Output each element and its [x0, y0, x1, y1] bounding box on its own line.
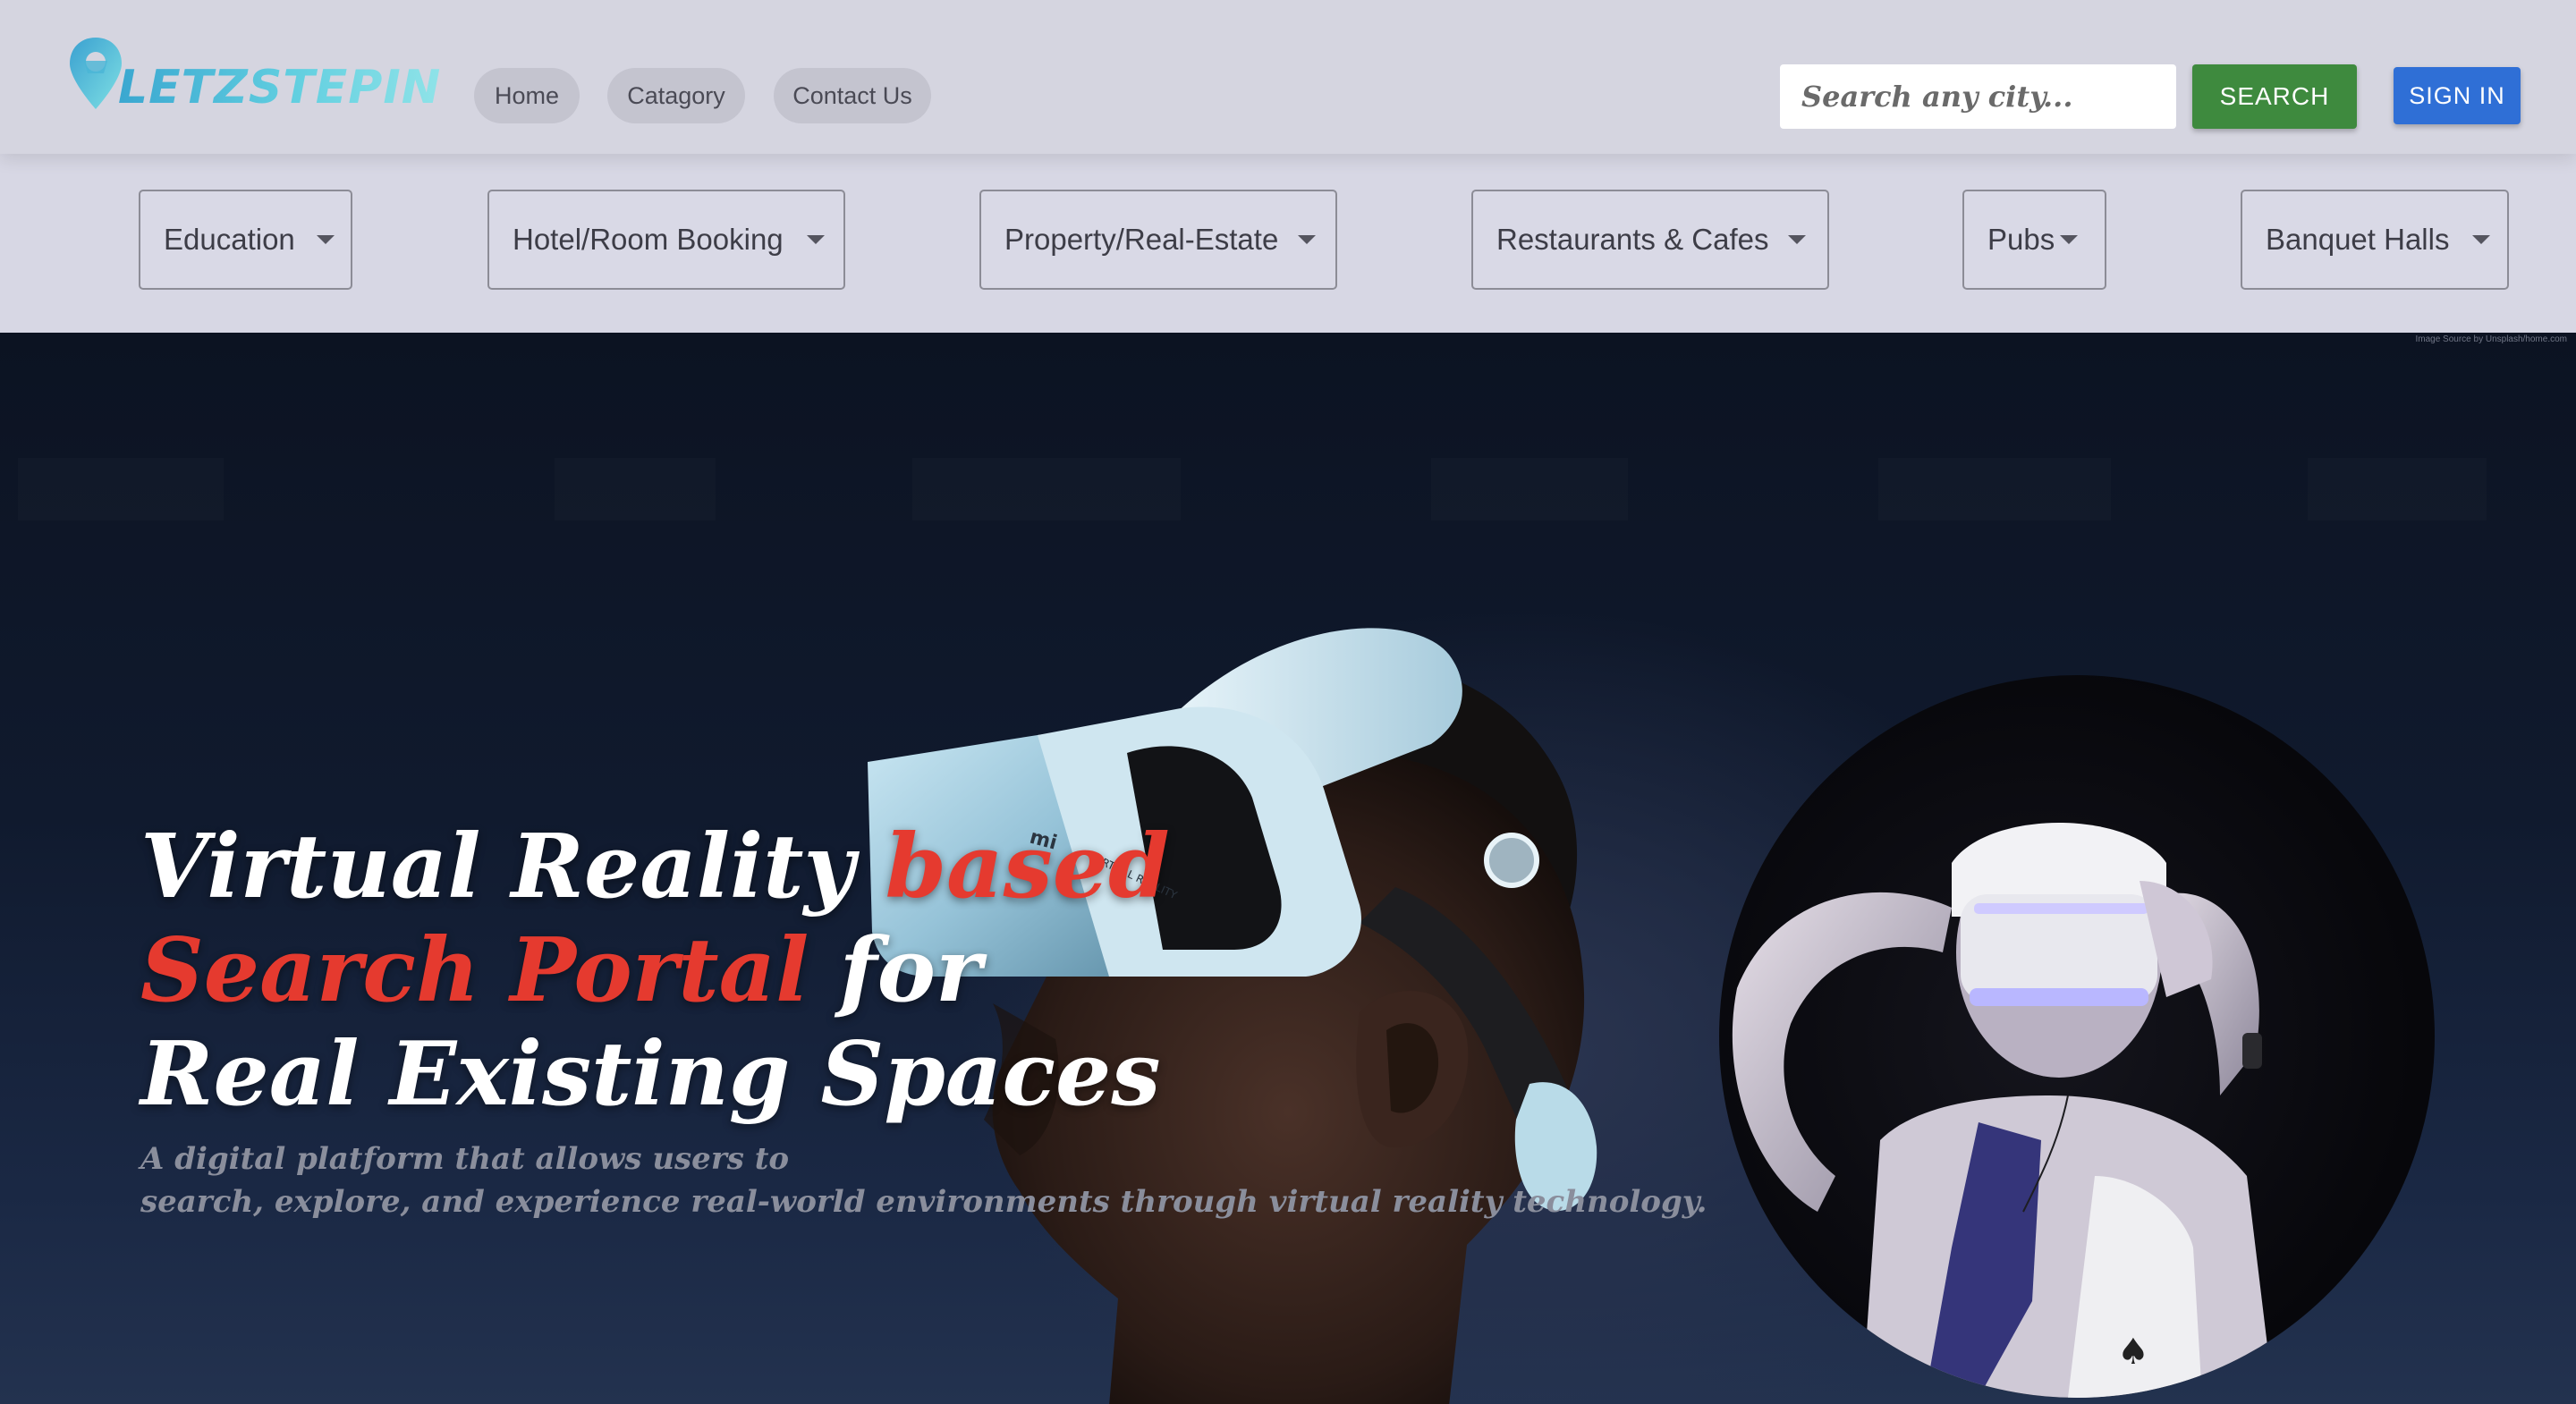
category-dropdown-banquet[interactable]: Banquet Halls [2241, 190, 2509, 290]
headline-text: for [809, 919, 982, 1022]
caret-down-icon [1788, 235, 1807, 244]
subtext-line-1: A digital platform that allows users to [140, 1141, 790, 1177]
nav-home-link[interactable]: Home [474, 68, 580, 123]
city-search-input[interactable] [1780, 64, 2176, 129]
brand-name: LETZSTEPIN [118, 61, 442, 114]
category-dropdown-property[interactable]: Property/Real-Estate [979, 190, 1337, 290]
search-button[interactable]: SEARCH [2192, 64, 2357, 129]
headline-highlight: Search Portal [140, 919, 809, 1022]
category-label: Restaurants & Cafes [1496, 223, 1769, 256]
caret-down-icon [2472, 235, 2491, 244]
shirt-logo-icon: ♠ [2117, 1332, 2149, 1373]
category-bar: Education Hotel/Room Booking Property/Re… [0, 154, 2576, 333]
subtext-line-2: search, explore, and experience real-wor… [140, 1184, 1707, 1220]
headline-line-1: Virtual Reality based [140, 816, 1303, 919]
category-dropdown-hotel[interactable]: Hotel/Room Booking [487, 190, 845, 290]
image-credit: Image Source by Unsplash/home.com [2415, 334, 2567, 344]
hero-headline: Virtual Reality based Search Portal for … [140, 816, 1303, 1127]
category-label: Pubs [1987, 223, 2055, 256]
headline-text: Real Existing Spaces [140, 1023, 1161, 1126]
headline-line-2: Search Portal for [140, 919, 1303, 1023]
nav-category-link[interactable]: Catagory [607, 68, 745, 123]
caret-down-icon [1298, 235, 1317, 244]
category-label: Hotel/Room Booking [513, 223, 784, 256]
nav-contact-link[interactable]: Contact Us [774, 68, 931, 123]
sign-in-button[interactable]: SIGN IN [2394, 67, 2521, 124]
hero-section: Image Source by Unsplash/home.com mi VIR… [0, 333, 2576, 1404]
background-pattern [18, 458, 2487, 520]
category-label: Banquet Halls [2266, 223, 2450, 256]
vr-woman-illustration: ♠ [1732, 823, 2274, 1398]
top-navbar: LETZSTEPIN Home Catagory Contact Us SEAR… [0, 0, 2576, 154]
category-dropdown-pubs[interactable]: Pubs [1962, 190, 2106, 290]
category-dropdown-restaurants[interactable]: Restaurants & Cafes [1471, 190, 1829, 290]
headline-highlight: based [885, 816, 1170, 918]
headline-text: Virtual Reality [140, 816, 886, 918]
category-label: Property/Real-Estate [1004, 223, 1279, 256]
category-label: Education [164, 223, 295, 256]
caret-down-icon [2060, 235, 2079, 244]
caret-down-icon [806, 235, 825, 244]
vr-woman-circle-image: ♠ [1719, 675, 2435, 1398]
hero-subtext: A digital platform that allows users to … [140, 1138, 1707, 1223]
headline-line-3: Real Existing Spaces [140, 1023, 1303, 1127]
category-dropdown-education[interactable]: Education [139, 190, 352, 290]
caret-down-icon [316, 235, 335, 244]
